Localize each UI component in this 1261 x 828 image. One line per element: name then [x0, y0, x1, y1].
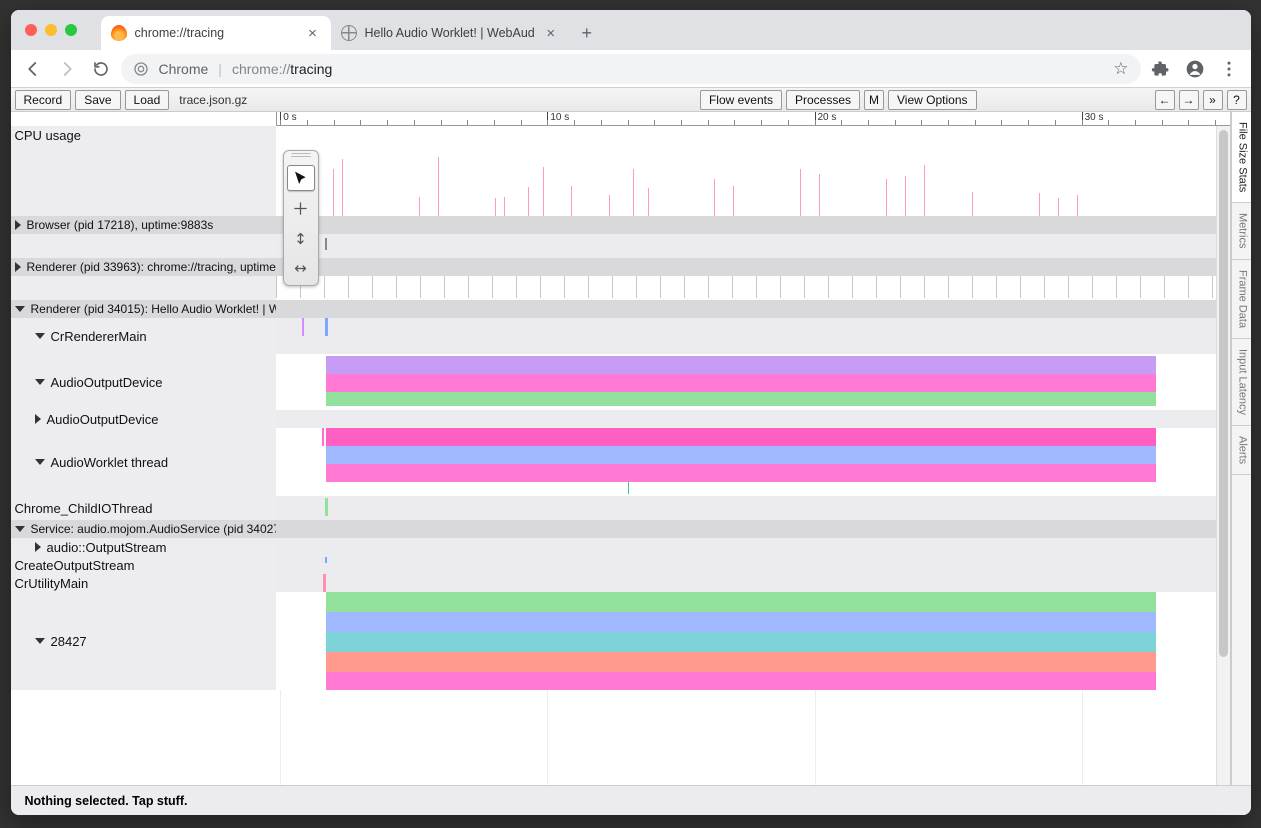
window-close[interactable] [25, 24, 37, 36]
zoom-tool[interactable] [287, 225, 315, 251]
tab-title: Hello Audio Worklet! | WebAud [365, 26, 535, 40]
process-header-audio-service[interactable]: Service: audio.mojom.AudioService (pid 3… [11, 520, 1230, 538]
audio-output-device-row-1[interactable]: AudioOutputDevice [11, 354, 1230, 410]
chrome-icon [133, 61, 149, 77]
process-header-browser[interactable]: Browser (pid 17218), uptime:9883s X [11, 216, 1230, 234]
process-header-renderer-audio[interactable]: Renderer (pid 34015): Hello Audio Workle… [11, 300, 1230, 318]
audio-output-stream-row[interactable]: audio::OutputStream [11, 538, 1230, 556]
audio-worklet-thread-row[interactable]: AudioWorklet thread [11, 428, 1230, 496]
tab-strip: chrome://tracing × Hello Audio Worklet! … [11, 10, 1251, 50]
browser-toolbar: Chrome | chrome://tracing ☆ [11, 50, 1251, 88]
side-tabs: File Size Stats Metrics Frame Data Input… [1231, 112, 1251, 785]
back-button[interactable] [19, 55, 47, 83]
cr-renderer-main-row[interactable]: CrRendererMain [11, 318, 1230, 354]
tab-audio-worklet[interactable]: Hello Audio Worklet! | WebAud × [331, 16, 569, 50]
renderer-tracing-ticks [11, 276, 1230, 300]
cpu-usage-row: CPU usage [11, 126, 1230, 216]
side-tab-metrics[interactable]: Metrics [1232, 203, 1251, 259]
audio-output-device-row-2[interactable]: AudioOutputDevice [11, 410, 1230, 428]
cpu-usage-track[interactable] [276, 126, 1230, 216]
side-tab-alerts[interactable]: Alerts [1232, 426, 1251, 475]
side-tab-filesize[interactable]: File Size Stats [1232, 112, 1251, 203]
status-bar: Nothing selected. Tap stuff. [11, 785, 1251, 815]
favicon-icon [341, 25, 357, 41]
rows: CPU usage Browser (pid 17218), uptime:98… [11, 126, 1230, 690]
pointer-tool[interactable] [287, 165, 315, 191]
window-minimize[interactable] [45, 24, 57, 36]
omnibox-scheme-label: Chrome [159, 61, 209, 77]
bookmark-star-icon[interactable]: ☆ [1113, 59, 1128, 79]
kebab-menu-icon[interactable] [1215, 55, 1243, 83]
browser-window: chrome://tracing × Hello Audio Worklet! … [11, 10, 1251, 815]
tab-close-icon[interactable]: × [305, 25, 321, 42]
view-options-button[interactable]: View Options [888, 90, 976, 110]
toolbox[interactable] [283, 150, 319, 286]
status-text: Nothing selected. Tap stuff. [25, 794, 188, 808]
new-tab-button[interactable]: + [573, 19, 601, 47]
forward-button[interactable] [53, 55, 81, 83]
tracing-toolbar: Record Save Load trace.json.gz Flow even… [11, 88, 1251, 112]
side-tab-inputlatency[interactable]: Input Latency [1232, 339, 1251, 426]
more-button[interactable]: » [1203, 90, 1223, 110]
help-button[interactable]: ? [1227, 90, 1247, 110]
favicon-icon [111, 25, 127, 41]
profile-icon[interactable] [1181, 55, 1209, 83]
m-button[interactable]: M [864, 90, 884, 110]
record-button[interactable]: Record [15, 90, 72, 110]
address-bar[interactable]: Chrome | chrome://tracing ☆ [121, 54, 1141, 84]
omnibox-url: chrome://tracing [232, 61, 332, 77]
processes-button[interactable]: Processes [786, 90, 860, 110]
reload-button[interactable] [87, 55, 115, 83]
tab-close-icon[interactable]: × [543, 25, 559, 42]
extensions-icon[interactable] [1147, 55, 1175, 83]
chrome-child-io-row[interactable]: Chrome_ChildIOThread [11, 496, 1230, 520]
tab-title: chrome://tracing [135, 26, 297, 40]
create-output-stream-row[interactable]: CreateOutputStream [11, 556, 1230, 574]
arrow-left-button[interactable]: ← [1155, 90, 1175, 110]
tabs: chrome://tracing × Hello Audio Worklet! … [101, 10, 605, 50]
pan-tool[interactable] [287, 195, 315, 221]
flow-events-button[interactable]: Flow events [700, 90, 782, 110]
thread-28427-row[interactable]: 28427 [11, 592, 1230, 690]
cr-utility-main-row[interactable]: CrUtilityMain [11, 574, 1230, 592]
process-header-renderer-tracing[interactable]: Renderer (pid 33963): chrome://tracing, … [11, 258, 1230, 276]
filename-label: trace.json.gz [179, 93, 247, 107]
cpu-usage-label: CPU usage [11, 126, 276, 216]
tracks-scroll[interactable]: CPU usage Browser (pid 17218), uptime:98… [11, 126, 1230, 785]
vertical-scrollbar[interactable] [1216, 126, 1230, 785]
tracing-main: 0 s10 s20 s30 s [11, 112, 1231, 785]
timing-tool[interactable] [287, 255, 315, 281]
time-ruler[interactable]: 0 s10 s20 s30 s [276, 112, 1230, 126]
load-button[interactable]: Load [125, 90, 170, 110]
arrow-right-button[interactable]: → [1179, 90, 1199, 110]
window-maximize[interactable] [65, 24, 77, 36]
browser-empty-track [11, 234, 1230, 258]
tracing-body: 0 s10 s20 s30 s [11, 112, 1251, 785]
save-button[interactable]: Save [75, 90, 120, 110]
side-tab-framedata[interactable]: Frame Data [1232, 260, 1251, 339]
window-controls [25, 24, 77, 36]
tab-tracing[interactable]: chrome://tracing × [101, 16, 331, 50]
